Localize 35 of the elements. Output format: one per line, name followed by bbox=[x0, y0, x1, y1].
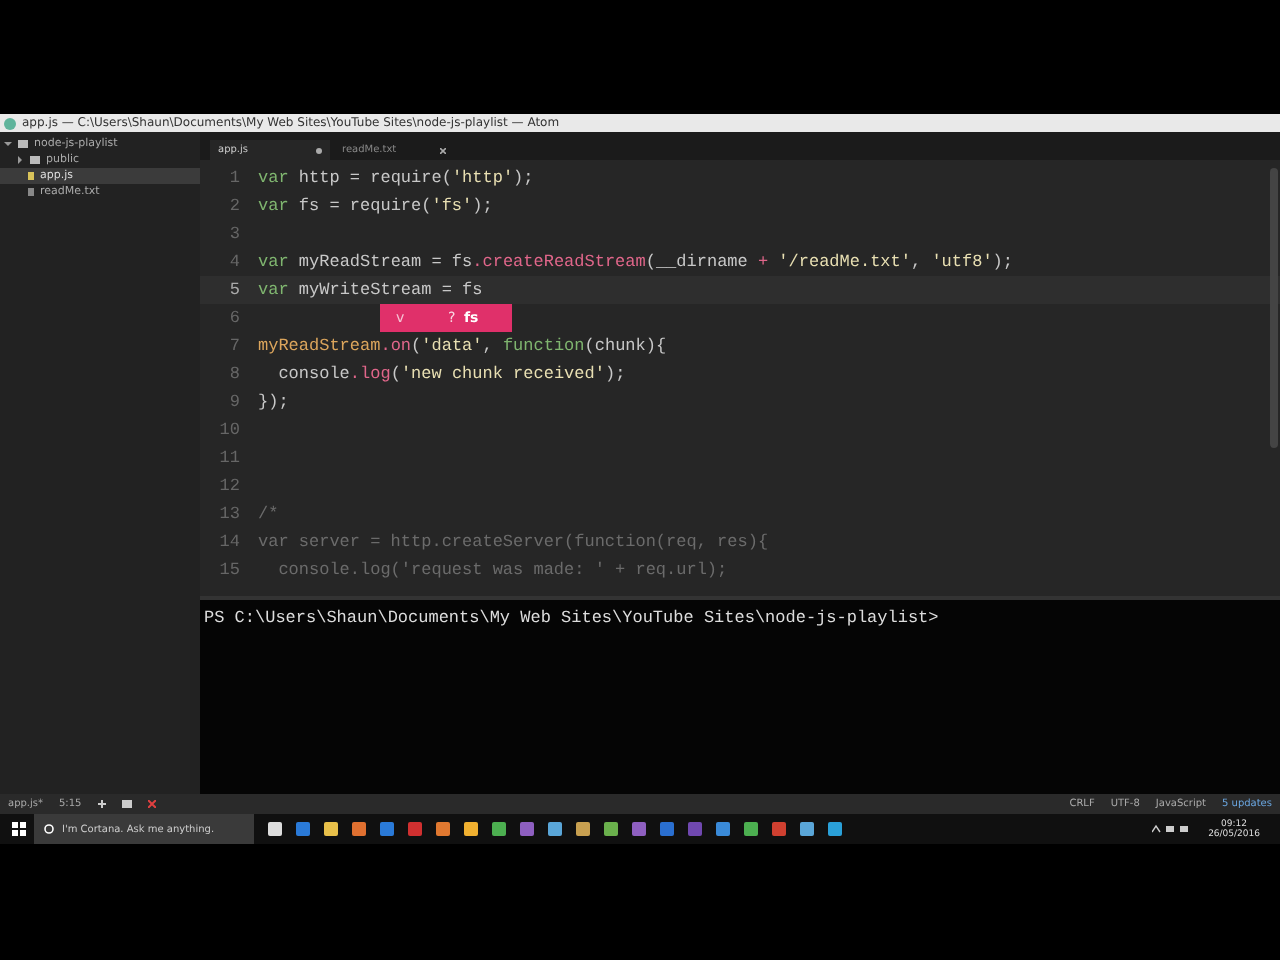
line-number: 1 bbox=[227, 168, 240, 188]
code-line: var http = require('http'); bbox=[258, 168, 534, 188]
line-number: 9 bbox=[227, 392, 240, 412]
line-number: 12 bbox=[217, 476, 240, 496]
code-line: }); bbox=[258, 392, 289, 412]
line-number: 5 bbox=[227, 280, 240, 300]
line-number: 14 bbox=[217, 532, 240, 552]
line-number: 7 bbox=[227, 336, 240, 356]
close-icon[interactable] bbox=[147, 800, 156, 808]
code-line: myReadStream.on('data', function(chunk){ bbox=[258, 336, 667, 356]
code-line: var myWriteStream = fs bbox=[258, 280, 483, 300]
code-line: var fs = require('fs'); bbox=[258, 196, 493, 216]
line-number: 6 bbox=[227, 308, 240, 328]
line-number: 10 bbox=[217, 420, 240, 440]
close-icon[interactable] bbox=[440, 147, 446, 153]
chevron-right-icon bbox=[16, 156, 24, 164]
app-logo-icon bbox=[4, 117, 16, 129]
line-number: 13 bbox=[217, 504, 240, 524]
code-line: var server = http.createServer(function(req, res){ bbox=[258, 532, 769, 552]
line-number: 2 bbox=[227, 196, 240, 216]
chevron-down-icon bbox=[4, 140, 12, 148]
code-line: var myReadStream = fs.createReadStream(__dirname + '/readMe.txt', 'utf8'); bbox=[258, 252, 1013, 272]
terminal-prompt: PS C:\Users\Shaun\Documents\My Web Sites\YouTube Sites\node-js-playlist> bbox=[204, 608, 939, 628]
line-number: 11 bbox=[217, 448, 240, 468]
line-number: 3 bbox=[227, 224, 240, 244]
code-line: console.log('new chunk received'); bbox=[276, 364, 626, 384]
windows-start-icon[interactable] bbox=[12, 822, 26, 836]
line-number: 15 bbox=[217, 560, 240, 580]
code-line: console.log('request was made: ' + req.url); bbox=[276, 560, 728, 580]
line-number: 4 bbox=[227, 252, 240, 272]
terminal-icon[interactable] bbox=[121, 800, 132, 808]
cortana-circle-icon bbox=[44, 824, 54, 834]
plus-icon[interactable] bbox=[97, 800, 106, 808]
line-number: 8 bbox=[227, 364, 240, 384]
code-line: /* bbox=[258, 504, 279, 524]
